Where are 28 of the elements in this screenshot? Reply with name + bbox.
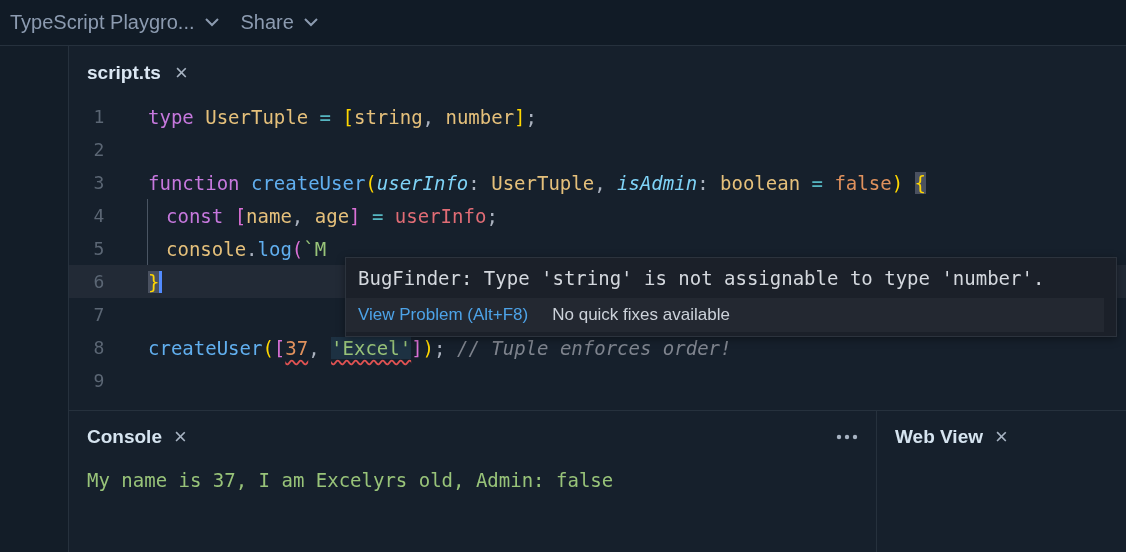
line-number: 5: [92, 238, 106, 259]
quick-fix-note: No quick fixes available: [552, 305, 730, 325]
line-number: 1: [92, 106, 106, 127]
line-number: 9: [92, 370, 106, 391]
line-number: 6: [92, 271, 106, 292]
line-number: 2: [92, 139, 106, 160]
view-problem-link[interactable]: View Problem (Alt+F8): [358, 305, 529, 325]
menu-button[interactable]: Share: [240, 11, 318, 34]
code-line: }: [129, 265, 163, 298]
line-number: 7: [92, 304, 106, 325]
panel-title: Web View: [895, 426, 983, 448]
line-number: 3: [92, 172, 106, 193]
code-line: type UserTuple = [string, number];: [147, 104, 537, 130]
more-icon[interactable]: [836, 434, 858, 440]
console-output: My name is 37, I am Excelyrs old, Admin: false: [86, 468, 615, 493]
chevron-down-icon: [303, 18, 318, 27]
code-line: function createUser(userInfo: UserTuple, isAdmin: boolean = false) {: [147, 170, 926, 196]
panel-title: Console: [87, 426, 162, 448]
close-button[interactable]: ×: [174, 62, 188, 84]
file-tab[interactable]: script.ts: [87, 62, 161, 84]
error-message: BugFinder: Type 'string' is not assignable to type 'number'.: [357, 266, 1046, 291]
code-line: const [name, age] = userInfo;: [147, 199, 498, 232]
line-number: 4: [92, 205, 106, 226]
close-button[interactable]: ×: [173, 426, 187, 448]
close-button[interactable]: ×: [995, 426, 1008, 448]
menu-button[interactable]: TypeScript Playgro...: [10, 11, 219, 34]
line-number: 8: [92, 337, 106, 358]
chevron-down-icon: [204, 18, 219, 27]
